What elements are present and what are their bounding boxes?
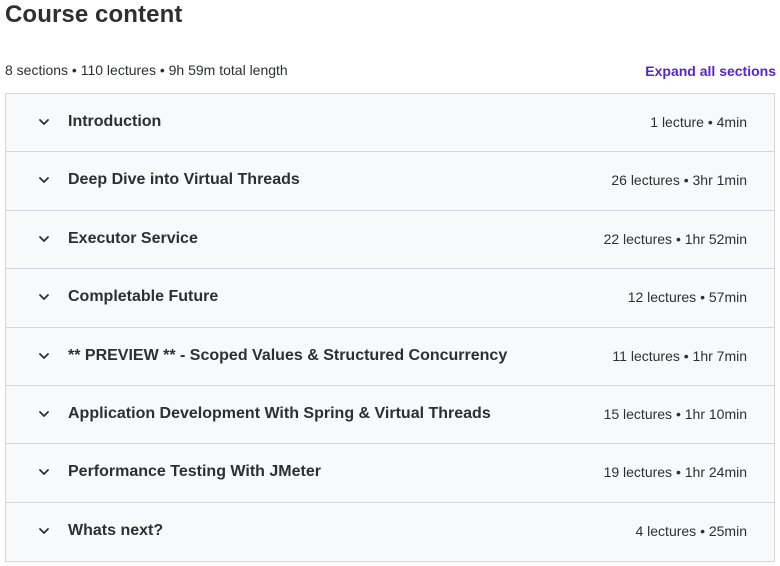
section-meta: 15 lectures • 1hr 10min <box>603 405 747 422</box>
section-title: Executor Service <box>68 229 198 247</box>
section-title: Application Development With Spring & Vi… <box>68 404 491 422</box>
section-title: ** PREVIEW ** - Scoped Values & Structur… <box>68 346 508 364</box>
section-meta: 11 lectures • 1hr 7min <box>612 347 747 364</box>
page-title: Course content <box>5 1 183 28</box>
chevron-down-icon <box>37 115 51 129</box>
section-title: Deep Dive into Virtual Threads <box>68 171 300 189</box>
expand-all-sections-button[interactable]: Expand all sections <box>645 63 776 79</box>
section-title: Completable Future <box>68 288 219 306</box>
section-title: Whats next? <box>68 521 164 539</box>
sections-list: Introduction 1 lecture • 4min Deep Dive … <box>5 93 775 563</box>
section-header[interactable]: Completable Future 12 lectures • 57min <box>6 269 774 328</box>
course-summary: 8 sections • 110 lectures • 9h 59m total… <box>5 62 288 78</box>
section-meta: 12 lectures • 57min <box>627 289 747 306</box>
section-meta: 1 lecture • 4min <box>650 114 747 130</box>
section-header[interactable]: Executor Service 22 lectures • 1hr 52min <box>6 210 774 270</box>
chevron-down-icon <box>37 349 51 363</box>
section-meta: 19 lectures • 1hr 24min <box>603 464 747 481</box>
section-meta: 26 lectures • 3hr 1min <box>611 172 747 189</box>
section-title: Performance Testing With JMeter <box>68 463 321 481</box>
chevron-down-icon <box>37 173 51 187</box>
section-header[interactable]: Introduction 1 lecture • 4min <box>6 94 774 153</box>
section-header[interactable]: Whats next? 4 lectures • 25min <box>6 502 774 562</box>
chevron-down-icon <box>37 232 51 246</box>
chevron-down-icon <box>37 524 51 538</box>
section-header[interactable]: ** PREVIEW ** - Scoped Values & Structur… <box>6 327 774 386</box>
section-header[interactable]: Deep Dive into Virtual Threads 26 lectur… <box>6 152 774 211</box>
course-summary-row: 8 sections • 110 lectures • 9h 59m total… <box>5 60 776 82</box>
section-header[interactable]: Performance Testing With JMeter 19 lectu… <box>6 444 774 503</box>
chevron-down-icon <box>37 290 51 304</box>
section-header[interactable]: Application Development With Spring & Vi… <box>6 385 774 445</box>
section-meta: 4 lectures • 25min <box>635 522 747 539</box>
section-meta: 22 lectures • 1hr 52min <box>603 230 747 247</box>
section-title: Introduction <box>68 113 162 130</box>
chevron-down-icon <box>37 407 51 421</box>
chevron-down-icon <box>37 465 51 479</box>
